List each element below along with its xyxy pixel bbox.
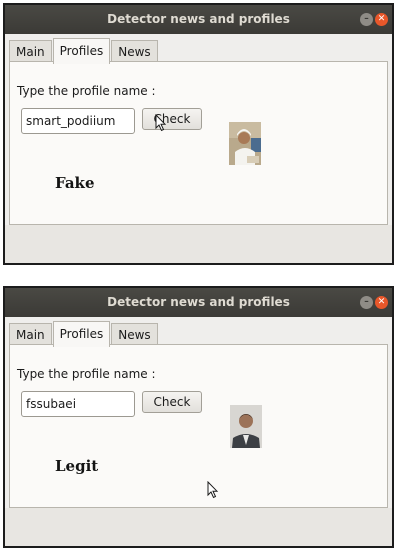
tab-profiles[interactable]: Profiles	[52, 38, 111, 64]
check-button[interactable]: Check	[142, 391, 202, 413]
tab-main[interactable]: Main	[9, 323, 52, 346]
close-icon[interactable]: ✕	[375, 296, 388, 309]
verdict-label: Fake	[55, 174, 95, 192]
mouse-cursor-icon	[207, 481, 219, 499]
verdict-label: Legit	[55, 457, 99, 475]
window-title: Detector news and profiles	[107, 295, 290, 309]
profile-name-prompt: Type the profile name :	[17, 367, 156, 381]
profile-name-input[interactable]	[21, 391, 135, 417]
close-icon[interactable]: ✕	[375, 13, 388, 26]
profile-name-input[interactable]	[21, 108, 135, 134]
window-footer	[5, 508, 392, 546]
window-title: Detector news and profiles	[107, 12, 290, 26]
tab-main[interactable]: Main	[9, 40, 52, 63]
window-titlebar[interactable]: Detector news and profiles – ✕	[5, 5, 392, 34]
window-footer	[5, 225, 392, 263]
tab-news[interactable]: News	[111, 323, 158, 346]
check-button[interactable]: Check	[142, 108, 202, 130]
app-window-legit-result: Detector news and profiles – ✕ Main Prof…	[3, 286, 394, 548]
profile-avatar	[229, 122, 261, 165]
tab-news[interactable]: News	[111, 40, 158, 63]
profiles-panel: Type the profile name : Check Fake	[9, 61, 388, 225]
profile-avatar	[230, 405, 262, 448]
tab-bar: Main Profiles News	[9, 321, 159, 347]
minimize-icon[interactable]: –	[360, 296, 373, 309]
minimize-icon[interactable]: –	[360, 13, 373, 26]
tab-profiles[interactable]: Profiles	[52, 321, 111, 347]
mouse-cursor-icon	[155, 114, 167, 132]
window-titlebar[interactable]: Detector news and profiles – ✕	[5, 288, 392, 317]
profiles-panel: Type the profile name : Check Legit	[9, 344, 388, 508]
app-window-fake-result: Detector news and profiles – ✕ Main Prof…	[3, 3, 394, 265]
tab-bar: Main Profiles News	[9, 38, 159, 64]
profile-name-prompt: Type the profile name :	[17, 84, 156, 98]
